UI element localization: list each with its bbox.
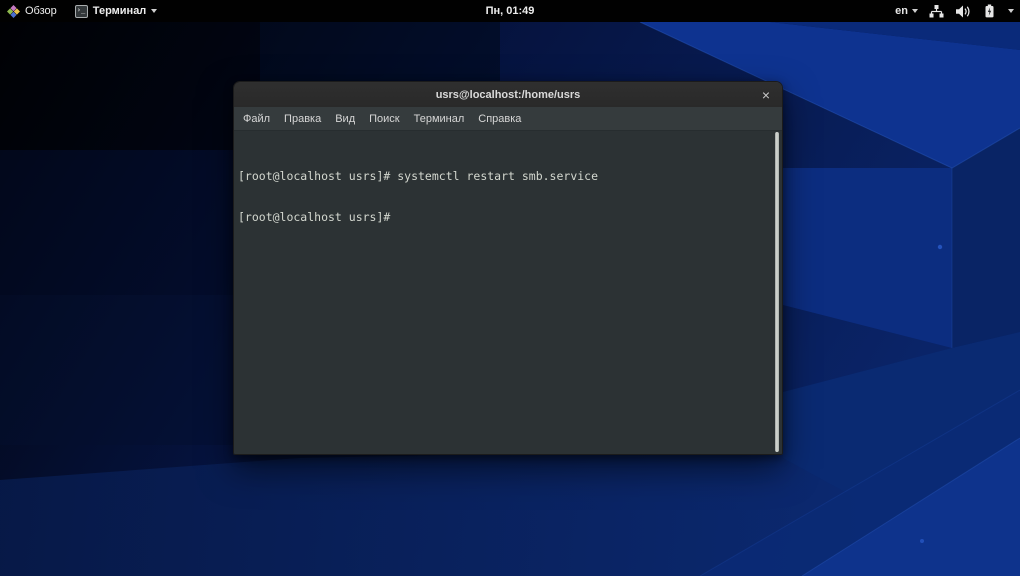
terminal-output[interactable]: [root@localhost usrs]# systemctl restart… (234, 131, 782, 454)
top-bar-left: Обзор ›_ Терминал (0, 0, 158, 22)
activities-label: Обзор (25, 5, 57, 17)
top-bar-right: en (895, 0, 1014, 22)
terminal-line: [root@localhost usrs]# systemctl restart… (238, 169, 599, 183)
window-titlebar[interactable]: usrs@localhost:/home/usrs × (234, 82, 782, 107)
terminal-window: usrs@localhost:/home/usrs × Файл Правка … (233, 81, 783, 455)
top-bar: Обзор ›_ Терминал Пн, 01:49 en (0, 0, 1020, 22)
close-button[interactable]: × (757, 82, 775, 107)
menu-terminal[interactable]: Терминал (407, 107, 472, 131)
menu-view[interactable]: Вид (328, 107, 362, 131)
scrollbar-track (772, 131, 782, 454)
menu-help[interactable]: Справка (471, 107, 528, 131)
window-title: usrs@localhost:/home/usrs (435, 88, 581, 101)
volume-icon (956, 5, 970, 17)
chevron-down-icon (151, 9, 158, 13)
keyboard-layout-label: en (895, 5, 908, 17)
wired-network-icon (929, 4, 944, 17)
menu-file[interactable]: Файл (236, 107, 277, 131)
terminal-line: [root@localhost usrs]# (238, 209, 391, 224)
app-menu-label: Терминал (92, 5, 147, 17)
battery-charging-icon (985, 4, 994, 18)
system-status-area[interactable] (929, 0, 1014, 22)
app-menu-button[interactable]: ›_ Терминал (74, 0, 158, 22)
scrollbar-thumb[interactable] (775, 132, 779, 452)
menu-search[interactable]: Поиск (362, 107, 406, 131)
activities-button[interactable]: Обзор (7, 0, 57, 22)
menu-edit[interactable]: Правка (277, 107, 328, 131)
centos-logo-icon (7, 4, 20, 18)
chevron-down-icon (1008, 9, 1014, 13)
chevron-down-icon (912, 9, 918, 13)
clock-label: Пн, 01:49 (485, 5, 535, 17)
desktop: Обзор ›_ Терминал Пн, 01:49 en usrs@loca… (0, 0, 1020, 576)
terminal-icon: ›_ (74, 4, 88, 18)
keyboard-layout-button[interactable]: en (895, 0, 918, 22)
window-menubar: Файл Правка Вид Поиск Терминал Справка (234, 107, 782, 131)
